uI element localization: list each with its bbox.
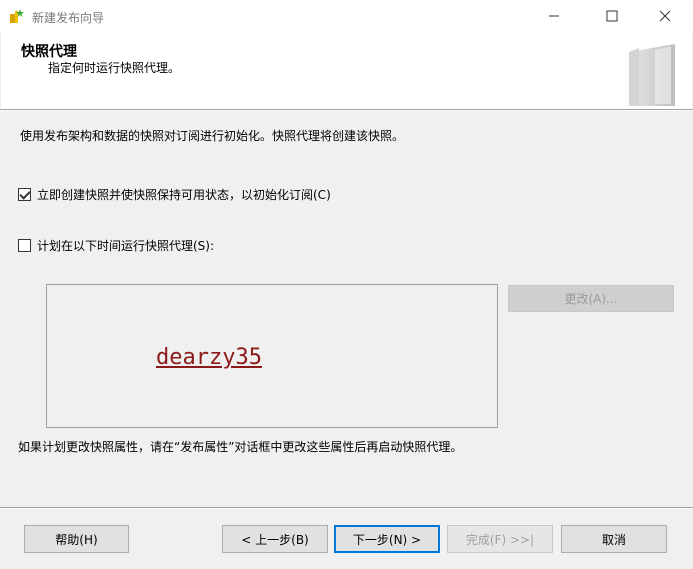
close-icon <box>659 10 671 22</box>
note-text: 如果计划更改快照属性，请在“发布属性”对话框中更改这些属性后再启动快照代理。 <box>18 440 463 454</box>
help-button[interactable]: 帮助(H) <box>24 525 129 553</box>
schedule-snapshot-label[interactable]: 计划在以下时间运行快照代理(S): <box>37 237 214 254</box>
close-button[interactable] <box>642 0 688 32</box>
schedule-snapshot-checkbox[interactable]: 计划在以下时间运行快照代理(S): <box>18 237 214 254</box>
page-subtitle: 指定何时运行快照代理。 <box>48 61 181 75</box>
description-text: 使用发布架构和数据的快照对订阅进行初始化。快照代理将创建该快照。 <box>20 129 405 143</box>
maximize-button[interactable] <box>589 0 635 32</box>
watermark-text: dearzy35 <box>156 345 262 370</box>
cancel-button[interactable]: 取消 <box>561 525 667 553</box>
finish-button[interactable]: 完成(F) >>| <box>447 525 553 553</box>
minimize-icon <box>549 15 559 17</box>
schedule-description-box <box>46 284 498 428</box>
create-snapshot-now-checkbox[interactable]: 立即创建快照并使快照保持可用状态，以初始化订阅(C) <box>18 186 331 203</box>
wizard-app-icon <box>10 9 24 23</box>
checkbox-checked-icon[interactable] <box>18 188 31 201</box>
next-button[interactable]: 下一步(N) > <box>334 525 440 553</box>
create-snapshot-now-label[interactable]: 立即创建快照并使快照保持可用状态，以初始化订阅(C) <box>37 186 331 203</box>
change-schedule-button[interactable]: 更改(A)... <box>508 285 674 312</box>
back-button[interactable]: < 上一步(B) <box>222 525 328 553</box>
page-title: 快照代理 <box>21 44 77 60</box>
maximize-icon <box>606 10 618 22</box>
minimize-button[interactable] <box>531 0 577 32</box>
checkbox-unchecked-icon[interactable] <box>18 239 31 252</box>
window-title: 新建发布向导 <box>32 11 105 25</box>
wizard-graphic-icon <box>629 44 675 106</box>
